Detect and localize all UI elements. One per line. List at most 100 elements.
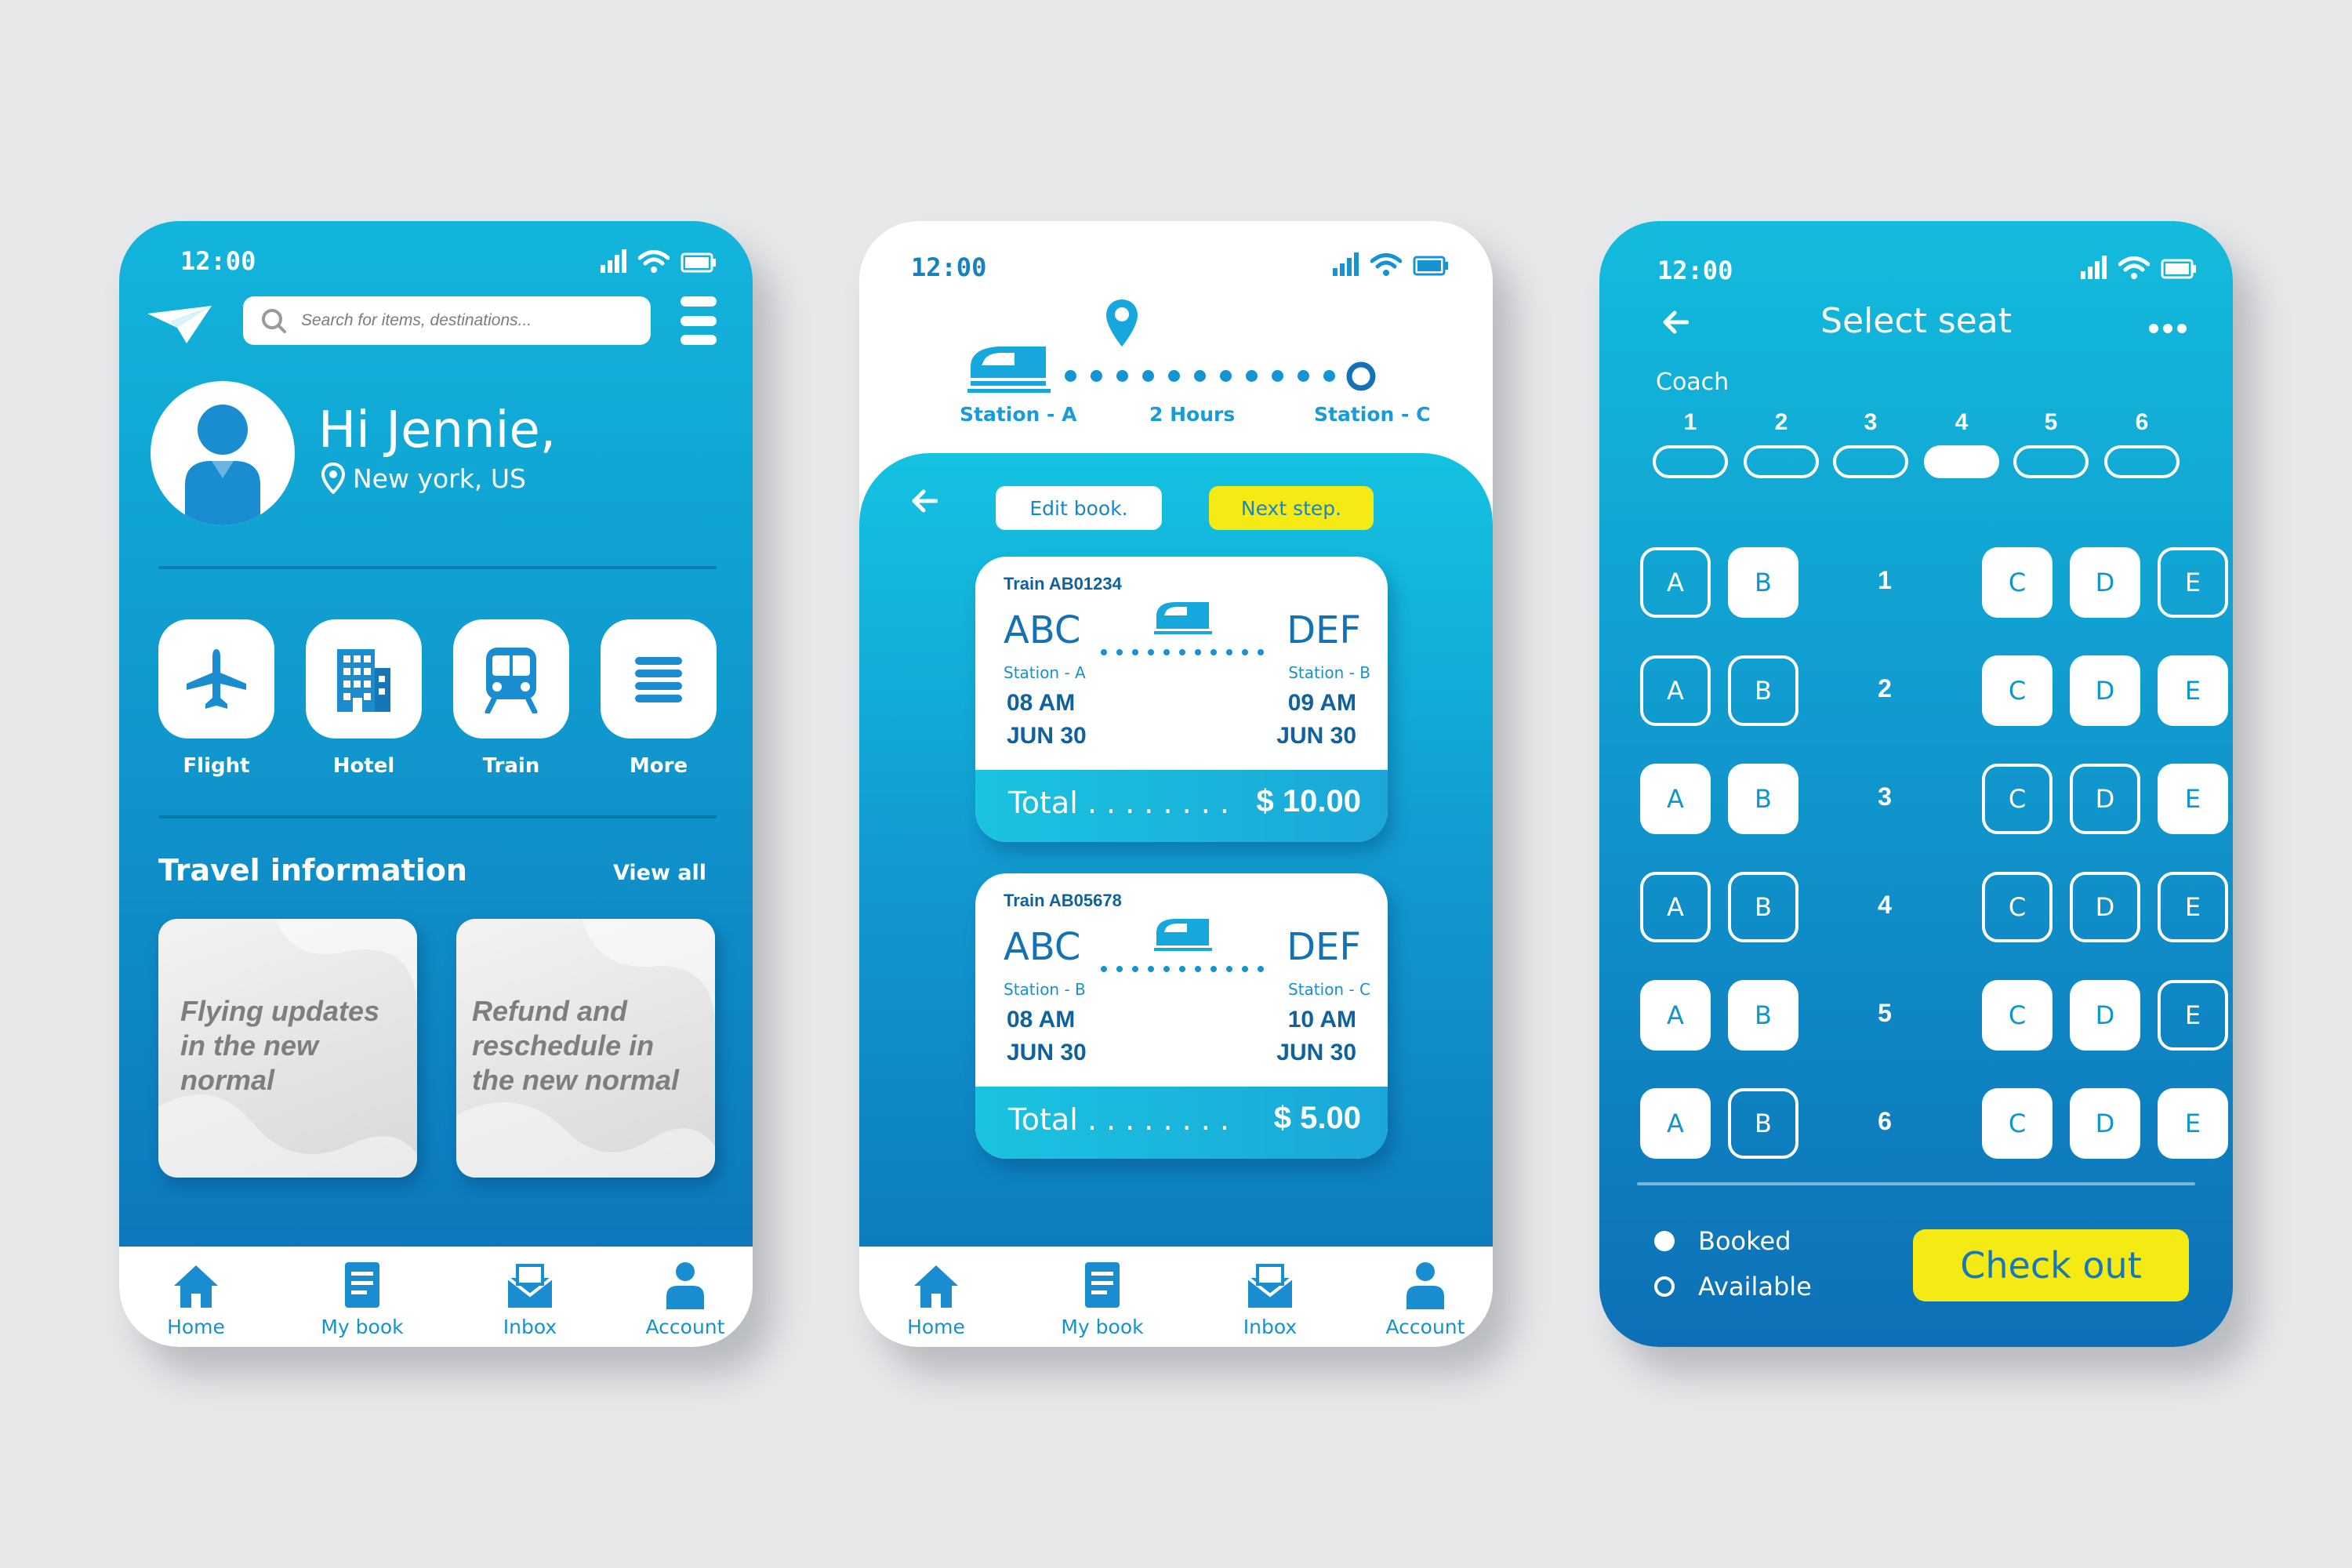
route-dot bbox=[1116, 370, 1128, 382]
seat-4A[interactable]: A bbox=[1640, 872, 1711, 942]
coach-number: 4 bbox=[1955, 409, 1969, 435]
seat-6A[interactable]: A bbox=[1640, 1088, 1711, 1159]
battery-icon bbox=[2161, 259, 2196, 279]
route-duration-label: 2 Hours bbox=[1149, 403, 1236, 426]
total-label: Total . . . . . . . . bbox=[1008, 1102, 1230, 1137]
category-tile[interactable] bbox=[306, 619, 422, 739]
seat-3A[interactable]: A bbox=[1640, 764, 1711, 834]
ticket-card[interactable]: Train AB01234 ABC DEF Station - A Statio… bbox=[975, 557, 1388, 842]
seat-5A[interactable]: A bbox=[1640, 980, 1711, 1051]
seat-6E[interactable]: E bbox=[2158, 1088, 2228, 1159]
seat-2E[interactable]: E bbox=[2158, 655, 2228, 726]
nav-home[interactable]: Home bbox=[133, 1259, 259, 1338]
info-card[interactable]: Flying updates in the new normal bbox=[158, 919, 417, 1178]
route-dot bbox=[1168, 370, 1180, 382]
ticket-total-bar: Total . . . . . . . . $ 10.00 bbox=[975, 770, 1388, 842]
nav-my-book[interactable]: My book bbox=[1040, 1259, 1165, 1338]
coach-3-button[interactable] bbox=[1833, 445, 1908, 478]
legend-label: Booked bbox=[1698, 1226, 1791, 1256]
coach-6-button[interactable] bbox=[2104, 445, 2180, 478]
seat-6B[interactable]: B bbox=[1728, 1088, 1798, 1159]
more-options-icon[interactable] bbox=[2148, 323, 2187, 334]
seat-5D[interactable]: D bbox=[2070, 980, 2140, 1051]
search-icon bbox=[262, 309, 286, 333]
seat-4D[interactable]: D bbox=[2070, 872, 2140, 942]
seat-5E[interactable]: E bbox=[2158, 980, 2228, 1051]
route-dot bbox=[1163, 649, 1170, 655]
seat-2C[interactable]: C bbox=[1982, 655, 2053, 726]
signal-icon bbox=[1333, 252, 1359, 276]
seat-1E[interactable]: E bbox=[2158, 547, 2228, 618]
seat-2A[interactable]: A bbox=[1640, 655, 1711, 726]
menu-icon[interactable] bbox=[681, 296, 717, 345]
arrival-time: 09 AM bbox=[1287, 690, 1356, 716]
back-arrow-icon[interactable] bbox=[911, 489, 938, 513]
arrival-time: 10 AM bbox=[1287, 1007, 1356, 1033]
coach-5-button[interactable] bbox=[2013, 445, 2089, 478]
seat-3B[interactable]: B bbox=[1728, 764, 1798, 834]
route-dot bbox=[1195, 966, 1201, 972]
inbox-icon bbox=[1247, 1264, 1294, 1308]
ticket-card[interactable]: Train AB05678 ABC DEF Station - B Statio… bbox=[975, 873, 1388, 1159]
category-tile[interactable] bbox=[453, 619, 569, 739]
battery-icon bbox=[681, 252, 716, 273]
row-number: 2 bbox=[1878, 674, 1892, 702]
airplane-icon bbox=[187, 649, 246, 709]
category-hotel[interactable]: Hotel bbox=[306, 619, 422, 778]
route-dot bbox=[1210, 649, 1217, 655]
next-step-button[interactable]: Next step. bbox=[1209, 486, 1374, 530]
search-input[interactable]: Search for items, destinations... bbox=[243, 296, 651, 345]
route-dot bbox=[1272, 370, 1283, 382]
to-code: DEF bbox=[1287, 925, 1361, 969]
seat-2B[interactable]: B bbox=[1728, 655, 1798, 726]
avatar[interactable] bbox=[151, 381, 295, 525]
route-from-label: Station - A bbox=[960, 403, 1077, 426]
seat-1B[interactable]: B bbox=[1728, 547, 1798, 618]
nav-home[interactable]: Home bbox=[873, 1259, 999, 1338]
seat-4E[interactable]: E bbox=[2158, 872, 2228, 942]
seat-3E[interactable]: E bbox=[2158, 764, 2228, 834]
coach-4-button[interactable] bbox=[1924, 445, 1999, 478]
train-number: Train AB01234 bbox=[1004, 574, 1122, 593]
info-card[interactable]: Refund and reschedule in the new normal bbox=[456, 919, 715, 1178]
category-flight[interactable]: Flight bbox=[158, 619, 274, 778]
category-more[interactable]: More bbox=[601, 619, 717, 778]
coach-1-button[interactable] bbox=[1653, 445, 1728, 478]
nav-account[interactable]: Account bbox=[1363, 1259, 1488, 1338]
category-train[interactable]: Train bbox=[453, 619, 569, 778]
seat-1A[interactable]: A bbox=[1640, 547, 1711, 618]
signal-icon bbox=[2081, 256, 2107, 279]
seat-5C[interactable]: C bbox=[1982, 980, 2053, 1051]
seat-4C[interactable]: C bbox=[1982, 872, 2053, 942]
category-tile[interactable] bbox=[601, 619, 717, 739]
seat-5B[interactable]: B bbox=[1728, 980, 1798, 1051]
more-icon bbox=[635, 657, 682, 702]
coach-2-button[interactable] bbox=[1744, 445, 1819, 478]
nav-inbox[interactable]: Inbox bbox=[1207, 1259, 1333, 1338]
from-code: ABC bbox=[1004, 925, 1081, 969]
nav-my-book[interactable]: My book bbox=[299, 1259, 425, 1338]
checkout-button[interactable]: Check out bbox=[1913, 1229, 2189, 1301]
seat-6C[interactable]: C bbox=[1982, 1088, 2053, 1159]
route-dot bbox=[1091, 370, 1102, 382]
seat-1D[interactable]: D bbox=[2070, 547, 2140, 618]
category-tile[interactable] bbox=[158, 619, 274, 739]
nav-label: My book bbox=[321, 1316, 404, 1338]
seat-1C[interactable]: C bbox=[1982, 547, 2053, 618]
seat-4B[interactable]: B bbox=[1728, 872, 1798, 942]
search-placeholder: Search for items, destinations... bbox=[301, 311, 532, 329]
seat-3D[interactable]: D bbox=[2070, 764, 2140, 834]
divider bbox=[158, 815, 717, 818]
seat-6D[interactable]: D bbox=[2070, 1088, 2140, 1159]
edit-book-button[interactable]: Edit book. bbox=[996, 486, 1162, 530]
nav-account[interactable]: Account bbox=[622, 1259, 748, 1338]
seat-2D[interactable]: D bbox=[2070, 655, 2140, 726]
divider bbox=[1637, 1182, 2195, 1185]
coach-label: Coach bbox=[1656, 368, 1730, 396]
view-all-link[interactable]: View all bbox=[613, 861, 706, 885]
paper-plane-icon[interactable] bbox=[146, 304, 213, 347]
seat-3C[interactable]: C bbox=[1982, 764, 2053, 834]
train-icon bbox=[967, 347, 1051, 393]
nav-label: Inbox bbox=[503, 1316, 557, 1338]
nav-inbox[interactable]: Inbox bbox=[467, 1259, 593, 1338]
